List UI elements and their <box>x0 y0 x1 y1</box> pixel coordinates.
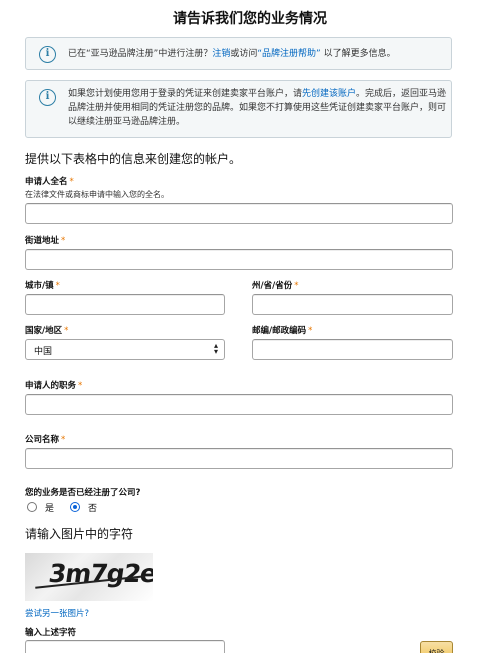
job-title-label: 申请人的职务 * <box>25 381 83 391</box>
registered-question: 您的业务是否已经注册了公司? <box>25 488 141 498</box>
city-input[interactable] <box>25 294 225 315</box>
registered-info-alert: i 已在“亚马逊品牌注册”中进行注册？注销或访问“品牌注册帮助” 以了解更多信息… <box>25 37 452 70</box>
captcha-input[interactable] <box>25 640 225 653</box>
updown-chevron-icon: ▴ ▾ <box>213 341 218 356</box>
city-label: 城市/镇 * <box>25 281 60 291</box>
alert-text-middle: 或访问 <box>230 49 258 59</box>
info-icon: i <box>39 46 56 63</box>
street-label: 街道地址 * <box>25 236 66 246</box>
info-icon: i <box>39 89 56 106</box>
captcha-image: 3m7g2e <box>25 553 153 601</box>
company-label: 公司名称 * <box>25 435 66 445</box>
section-heading: 提供以下表格中的信息来创建您的帐户。 <box>25 152 242 166</box>
applicant-name-label: 申请人全名 * <box>25 177 74 187</box>
create-account-link[interactable]: 先创建该账户 <box>302 89 356 99</box>
captcha-heading: 请输入图片中的字符 <box>25 527 134 541</box>
country-label: 国家/地区 * <box>25 326 69 336</box>
radio-yes-label[interactable]: 是 <box>45 501 54 514</box>
country-select[interactable]: 中国 ▴ ▾ <box>25 339 225 360</box>
applicant-name-input[interactable] <box>25 203 453 224</box>
alert-text-suffix: 以了解更多信息。 <box>323 49 396 59</box>
country-selected-value: 中国 <box>34 347 53 357</box>
applicant-name-hint: 在法律文件或商标申请中输入您的全名。 <box>25 190 169 199</box>
company-input[interactable] <box>25 448 453 469</box>
radio-no[interactable] <box>70 502 80 512</box>
state-input[interactable] <box>252 294 453 315</box>
postal-input[interactable] <box>252 339 453 360</box>
brand-help-link[interactable]: “品牌注册帮助” <box>257 49 320 59</box>
logout-link[interactable]: 注销 <box>212 49 230 59</box>
seller-account-text: 如果您计划使用您用于登录的凭证来创建卖家平台账户，请先创建该账户。完成后，返回亚… <box>68 87 448 129</box>
state-label: 州/省/省份 * <box>252 281 299 291</box>
page-title: 请告诉我们您的业务情况 <box>173 11 327 27</box>
radio-yes[interactable] <box>27 502 37 512</box>
captcha-input-label: 输入上述字符 <box>25 628 77 638</box>
alert-text-prefix: 如果您计划使用您用于登录的凭证来创建卖家平台账户，请 <box>68 89 303 99</box>
verify-button[interactable]: 校验 <box>420 641 453 653</box>
seller-account-alert: i 如果您计划使用您用于登录的凭证来创建卖家平台账户，请先创建该账户。完成后，返… <box>25 80 452 138</box>
captcha-retry-link[interactable]: 尝试另一张图片? <box>25 607 89 619</box>
street-input[interactable] <box>25 249 453 270</box>
radio-no-label[interactable]: 否 <box>88 501 97 514</box>
registered-info-text: 已在“亚马逊品牌注册”中进行注册？注销或访问“品牌注册帮助” 以了解更多信息。 <box>68 47 396 61</box>
job-title-input[interactable] <box>25 394 453 415</box>
postal-label: 邮编/邮政编码 * <box>252 326 313 336</box>
alert-text-prefix: 已在“亚马逊品牌注册”中进行注册？ <box>68 49 213 59</box>
